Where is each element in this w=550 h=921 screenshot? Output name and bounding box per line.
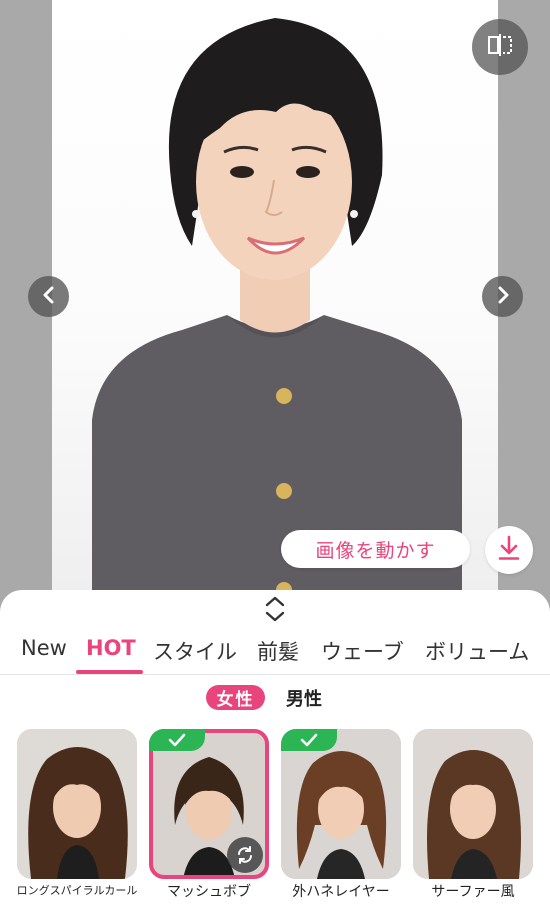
animate-image-label: 画像を動かす — [315, 539, 436, 562]
tab-hot[interactable]: HOT — [86, 636, 136, 660]
style-card-long-spiral-curl[interactable] — [17, 729, 137, 879]
next-image-button[interactable] — [482, 276, 523, 317]
style-thumbnail — [17, 729, 137, 879]
expand-collapse-icon — [263, 594, 287, 628]
animate-image-button[interactable]: 画像を動かす — [281, 530, 470, 568]
style-label: 外ハネレイヤー — [292, 884, 390, 900]
download-button[interactable] — [485, 526, 533, 574]
tab-new[interactable]: New — [21, 636, 67, 660]
preview-photo — [52, 0, 498, 610]
compare-split-icon — [487, 33, 513, 61]
tab-style[interactable]: スタイル — [153, 636, 237, 666]
tab-volume[interactable]: ボリューム — [425, 636, 529, 666]
check-badge — [281, 729, 337, 751]
swap-style-button[interactable] — [227, 837, 263, 873]
download-icon — [497, 535, 521, 565]
swap-icon — [235, 845, 255, 865]
style-card-surfer[interactable] — [413, 729, 533, 879]
portrait-illustration — [92, 18, 462, 610]
tab-wave[interactable]: ウェーブ — [321, 636, 404, 666]
style-thumbnail — [281, 729, 401, 879]
check-icon — [299, 732, 319, 748]
gender-female-label: 女性 — [216, 690, 255, 710]
style-thumbnail — [413, 729, 533, 879]
compare-button[interactable] — [472, 19, 528, 75]
tab-bangs[interactable]: 前髪 — [257, 636, 299, 666]
style-label: サーファー風 — [431, 884, 515, 900]
check-icon — [167, 732, 187, 748]
panel-toggle-handle[interactable] — [262, 596, 288, 626]
selected-check-badge — [149, 729, 205, 751]
hairstyle-panel: New HOT スタイル 前髪 ウェーブ ボリューム 女性 男性 ロングスパイラ… — [0, 590, 550, 921]
chevron-left-icon — [41, 286, 57, 308]
gender-female-toggle[interactable]: 女性 — [206, 685, 265, 710]
chevron-right-icon — [495, 286, 511, 308]
style-card-flipped-layer[interactable] — [281, 729, 401, 879]
photo-preview-area: 画像を動かす — [0, 0, 550, 610]
tabs-divider — [0, 674, 550, 675]
gender-male-toggle[interactable]: 男性 — [286, 685, 322, 710]
style-card-mash-bob[interactable] — [149, 729, 269, 879]
style-label: マッシュボブ — [167, 884, 251, 900]
category-tabs: New HOT スタイル 前髪 ウェーブ ボリューム — [0, 634, 550, 674]
gender-male-label: 男性 — [286, 688, 322, 710]
style-label: ロングスパイラルカール — [16, 884, 138, 897]
previous-image-button[interactable] — [28, 276, 69, 317]
